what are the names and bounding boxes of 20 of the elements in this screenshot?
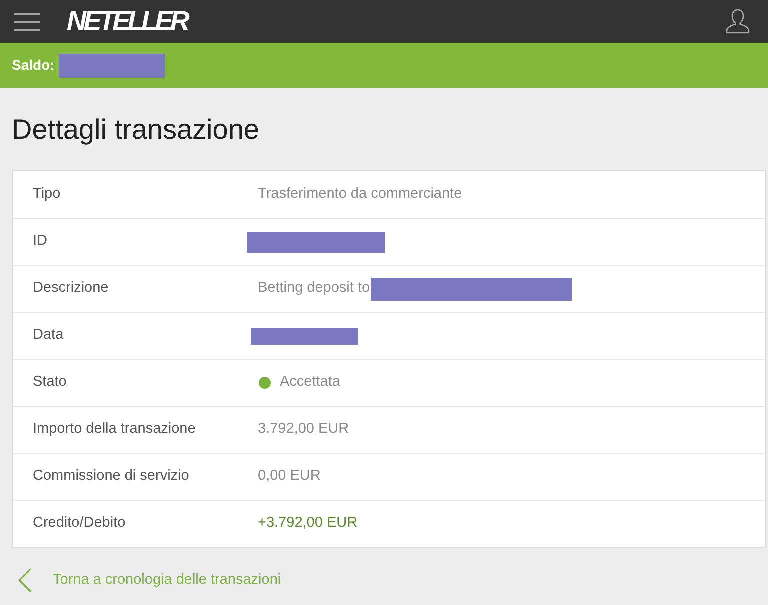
field-label: Stato: [33, 373, 68, 392]
field-label: Tipo: [33, 184, 62, 204]
menu-icon[interactable]: [14, 12, 40, 30]
chevron-left-icon: [18, 568, 32, 593]
user-icon[interactable]: [726, 9, 750, 34]
status-text: Accettata: [280, 373, 340, 392]
field-label: Importo della transazione: [33, 420, 197, 440]
field-value: 3.792,00 EUR: [258, 420, 350, 440]
field-label: Descrizione: [33, 279, 110, 298]
field-value: 0,00 EUR: [258, 467, 321, 486]
field-label: Data: [33, 326, 65, 346]
field-value: Betting deposit to: [258, 279, 370, 298]
logo[interactable]: NETELLER: [67, 8, 188, 35]
field-label: ID: [33, 232, 48, 252]
field-value: Trasferimento da commerciante: [258, 184, 462, 204]
field-label: Credito/Debito: [33, 514, 127, 534]
page-title: Dettagli transazione: [12, 116, 260, 144]
balance-label: Saldo:: [12, 56, 55, 75]
field-label: Commissione di servizio: [33, 467, 190, 486]
amount-value: +3.792,00 EUR: [258, 514, 358, 534]
